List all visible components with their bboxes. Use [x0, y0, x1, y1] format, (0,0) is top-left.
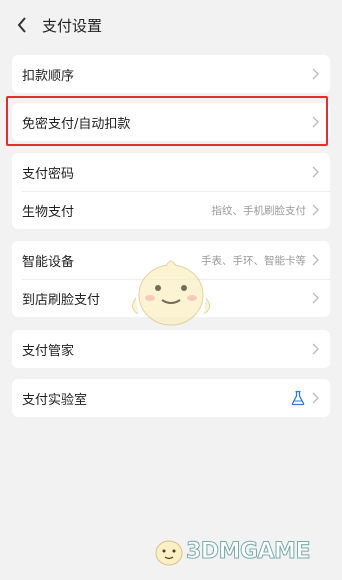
watermark-text: 3DMGAME: [186, 538, 311, 564]
deduction-order-item[interactable]: 扣款顺序: [12, 55, 330, 93]
page-title: 支付设置: [42, 16, 103, 35]
settings-card: 支付实验室: [12, 379, 330, 417]
mascot-logo-icon: [155, 540, 183, 566]
settings-card: 扣款顺序: [12, 55, 330, 93]
payment-lab-item[interactable]: 支付实验室: [12, 379, 330, 417]
payment-butler-item[interactable]: 支付管家: [12, 330, 330, 368]
highlight-box: [6, 96, 328, 146]
chevron-left-icon: [17, 17, 26, 33]
watermark: 3DMGAME: [152, 534, 311, 568]
item-label: 生物支付: [22, 204, 75, 220]
chevron-right-icon: [312, 254, 319, 266]
mascot-watermark: [132, 260, 210, 326]
item-detail: 指纹、手机刷脸支付: [211, 204, 307, 217]
back-button[interactable]: [12, 15, 32, 35]
settings-card: 支付密码 生物支付 指纹、手机刷脸支付: [12, 153, 330, 229]
chevron-right-icon: [312, 292, 319, 304]
chevron-right-icon: [312, 166, 319, 178]
divider: [22, 191, 330, 192]
chevron-right-icon: [312, 68, 319, 80]
payment-password-item[interactable]: 支付密码: [12, 153, 330, 191]
chevron-right-icon: [312, 204, 319, 216]
settings-card: 支付管家: [12, 330, 330, 368]
item-label: 扣款顺序: [22, 68, 75, 84]
biometric-payment-item[interactable]: 生物支付 指纹、手机刷脸支付: [12, 191, 330, 229]
flask-icon: [291, 390, 305, 406]
item-detail: 手表、手环、智能卡等: [201, 254, 306, 267]
chevron-right-icon: [312, 343, 319, 355]
item-label: 支付实验室: [22, 392, 88, 408]
top-bar: 支付设置: [0, 0, 342, 50]
chevron-right-icon: [312, 392, 319, 404]
item-label: 支付密码: [22, 166, 75, 182]
item-label: 支付管家: [22, 343, 75, 359]
